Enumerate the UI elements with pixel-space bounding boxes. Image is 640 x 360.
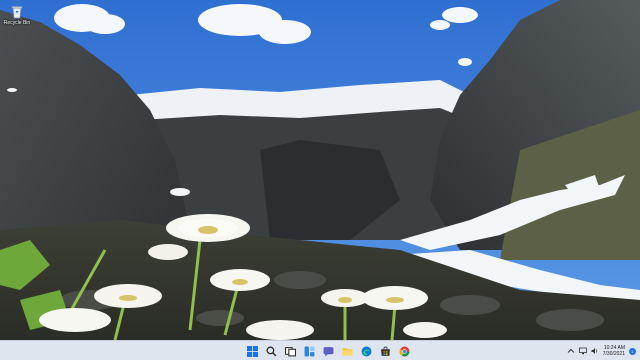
chrome-icon [399,346,410,357]
store-icon [380,345,391,357]
notification-badge[interactable]: 1 [629,347,636,355]
file-explorer-button[interactable] [339,343,355,359]
search-icon [265,345,277,357]
widgets-icon [304,346,315,357]
clock-date: 7/30/2021 [602,351,625,357]
chevron-up-icon[interactable] [567,347,575,355]
folder-icon [342,346,353,357]
recycle-bin-icon [10,4,24,19]
taskbar: 10:24 AM 7/30/2021 1 [0,340,640,360]
chrome-button[interactable] [396,343,412,359]
windows-logo-icon [246,345,258,357]
desktop-icon-label: Recycle Bin [3,20,31,26]
desktop-icon-recycle-bin[interactable]: Recycle Bin [3,4,31,26]
desktop-wallpaper [0,0,640,340]
network-icon[interactable] [578,347,587,355]
volume-icon[interactable] [591,347,599,355]
task-view-icon [284,346,296,357]
system-tray: 10:24 AM 7/30/2021 1 [567,343,636,359]
chat-icon [323,346,334,357]
edge-browser-icon [361,346,372,357]
taskbar-app-group [244,343,412,359]
search-button[interactable] [263,343,279,359]
start-button[interactable] [244,343,260,359]
edge-button[interactable] [358,343,374,359]
store-button[interactable] [377,343,393,359]
chat-button[interactable] [320,343,336,359]
widgets-button[interactable] [301,343,317,359]
taskbar-clock[interactable]: 10:24 AM 7/30/2021 [603,345,625,357]
task-view-button[interactable] [282,343,298,359]
